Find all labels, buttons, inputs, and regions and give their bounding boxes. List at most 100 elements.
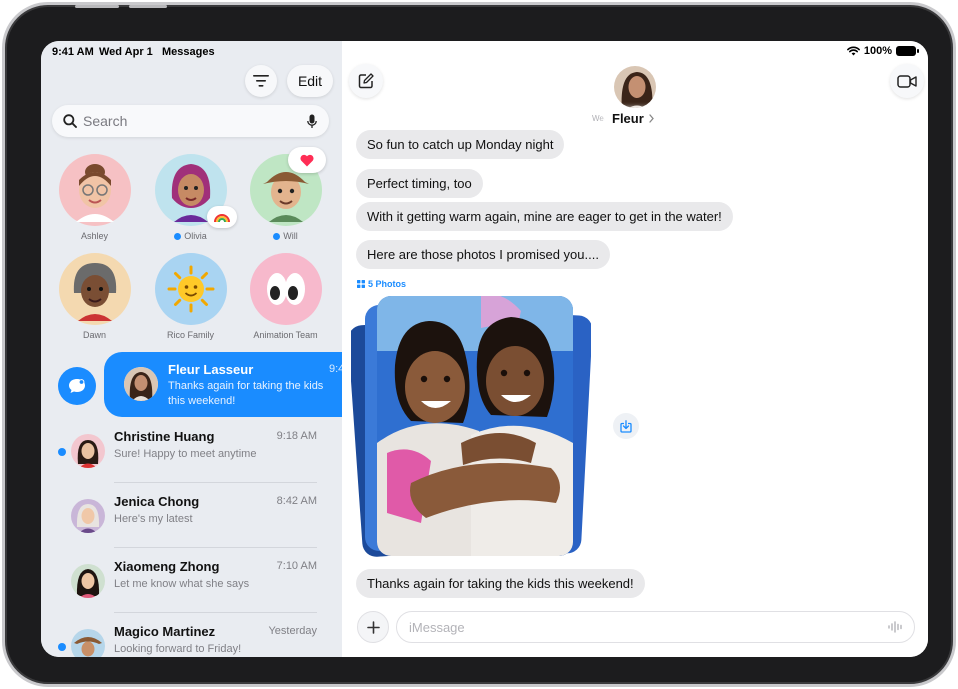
save-download-icon xyxy=(620,419,632,433)
memoji-dawn-icon xyxy=(73,263,116,321)
rainbow-tapback-badge xyxy=(206,206,237,228)
sidebar: Edit Search Ashley Olivia Will Dawn Rico… xyxy=(41,41,342,657)
conversation-preview: Looking forward to Friday! xyxy=(114,643,242,655)
conversation-time: 9:18 AM xyxy=(276,430,317,442)
compose-icon xyxy=(358,73,374,89)
rainbow-icon xyxy=(213,214,230,222)
compose-button[interactable] xyxy=(349,64,383,98)
conversation-name: Xiaomeng Zhong xyxy=(114,559,220,574)
pinned-name: Dawn xyxy=(82,330,106,340)
apps-plus-button[interactable] xyxy=(357,611,389,643)
memoji-ashley-icon xyxy=(75,164,114,222)
save-photos-button[interactable] xyxy=(613,413,639,439)
contact-name: Fleur xyxy=(612,110,644,126)
search-icon xyxy=(63,114,77,128)
message-bubble[interactable]: So fun to catch up Monday night xyxy=(356,130,565,159)
conversation-row[interactable]: Magico Martinez Yesterday Looking forwar… xyxy=(41,613,342,657)
avatar xyxy=(71,499,105,533)
message-input[interactable] xyxy=(409,619,888,635)
avatar xyxy=(58,154,131,226)
status-app-name: Messages xyxy=(162,46,215,58)
contact-photo-magico xyxy=(71,629,105,657)
edit-button[interactable]: Edit xyxy=(287,65,333,97)
status-right: 100% xyxy=(846,45,919,57)
message-bubble[interactable]: Perfect timing, too xyxy=(356,169,483,198)
avatar xyxy=(154,154,237,228)
pinned-group-animation-team[interactable]: Animation Team xyxy=(238,253,333,340)
message-composer[interactable] xyxy=(396,611,915,643)
conversation-preview: Sure! Happy to meet anytime xyxy=(114,448,257,460)
hardware-button xyxy=(129,5,167,8)
new-message-button[interactable] xyxy=(58,367,96,405)
conversation-name: Jenica Chong xyxy=(114,494,200,509)
video-camera-icon xyxy=(897,74,917,88)
contact-avatar[interactable] xyxy=(612,64,658,110)
wifi-icon xyxy=(846,46,860,56)
conversation-row[interactable]: Christine Huang 9:18 AM Sure! Happy to m… xyxy=(41,418,342,483)
sun-emoji-icon xyxy=(167,265,214,313)
status-time: 9:41 AM xyxy=(52,46,94,58)
battery-icon xyxy=(896,46,919,56)
conversation-time: 7:10 AM xyxy=(276,560,317,572)
message-bubble[interactable]: Here are those photos I promised you.... xyxy=(356,240,610,269)
facetime-video-button[interactable] xyxy=(890,64,924,98)
conversation-row-active[interactable]: Fleur Lasseur 9:41 AM Thanks again for t… xyxy=(104,352,342,417)
pinned-name: Animation Team xyxy=(253,330,318,340)
conversation-name: Christine Huang xyxy=(114,429,215,444)
filter-icon xyxy=(253,75,269,87)
photos-stack-label[interactable]: 5 Photos xyxy=(357,279,406,289)
conversation-preview: Here's my latest xyxy=(114,513,193,525)
status-bar: 9:41 AM Wed Apr 1 Messages 100% xyxy=(41,41,928,63)
ipad-frame: 9:41 AM Wed Apr 1 Messages 100% Edit Sea… xyxy=(2,2,956,687)
contact-name-button[interactable]: Fleur xyxy=(604,108,662,128)
plus-icon xyxy=(366,620,380,634)
contact-photo-christine xyxy=(71,434,105,468)
pinned-contact-will[interactable]: Will xyxy=(238,147,333,241)
photo-stack[interactable] xyxy=(351,293,591,563)
grid-icon xyxy=(357,280,365,288)
pinned-contact-dawn[interactable]: Dawn xyxy=(47,253,142,340)
conversation-preview: Let me know what she says xyxy=(114,578,250,590)
unread-dot xyxy=(58,448,66,456)
conversation-name: Magico Martinez xyxy=(114,624,216,639)
pinned-contact-olivia[interactable]: Olivia xyxy=(143,154,238,241)
microphone-icon[interactable] xyxy=(307,114,317,129)
battery-percent: 100% xyxy=(863,45,892,57)
message-bubble[interactable]: With it getting warm again, mine are eag… xyxy=(356,202,733,231)
compose-bubble-icon xyxy=(69,379,85,393)
avatar xyxy=(124,367,158,401)
chevron-right-icon xyxy=(649,113,654,123)
conversation-name: Fleur Lasseur xyxy=(168,362,254,377)
heart-tapback-badge xyxy=(287,147,326,173)
avatar xyxy=(71,564,105,598)
eyes-emoji-icon xyxy=(266,273,305,305)
conversation-row[interactable]: Xiaomeng Zhong 7:10 AM Let me know what … xyxy=(41,548,342,613)
pinned-name: Olivia xyxy=(143,231,238,241)
pinned-name: Will xyxy=(238,231,333,241)
status-date: Wed Apr 1 xyxy=(99,46,153,58)
hardware-button xyxy=(75,5,119,8)
heart-icon xyxy=(299,154,314,166)
contact-photo-fleur xyxy=(124,367,158,401)
conversation-time: Yesterday xyxy=(268,625,317,637)
avatar xyxy=(249,253,322,325)
conversation-time: 8:42 AM xyxy=(276,495,317,507)
unread-dot xyxy=(58,643,66,651)
contact-photo-jenica xyxy=(71,499,105,533)
unread-dot xyxy=(273,232,281,240)
message-bubble[interactable]: Thanks again for taking the kids this we… xyxy=(356,569,645,598)
avatar xyxy=(249,147,326,226)
chat-pane: Wed 9:41 AM Fleur So fun to catch up Mon… xyxy=(342,41,928,657)
avatar xyxy=(58,253,131,325)
search-bar[interactable]: Search xyxy=(52,105,329,137)
filter-button[interactable] xyxy=(245,65,277,97)
audio-waveform-icon[interactable] xyxy=(888,621,904,633)
pinned-name: Ashley xyxy=(80,231,108,241)
pinned-name: Rico Family xyxy=(166,330,214,340)
pinned-group-rico-family[interactable]: Rico Family xyxy=(143,253,238,340)
conversation-row[interactable]: Jenica Chong 8:42 AM Here's my latest xyxy=(41,483,342,548)
search-placeholder: Search xyxy=(83,113,128,129)
contact-photo-xiaomeng xyxy=(71,564,105,598)
pinned-contact-ashley[interactable]: Ashley xyxy=(47,154,142,241)
contact-photo-fleur xyxy=(614,66,656,108)
